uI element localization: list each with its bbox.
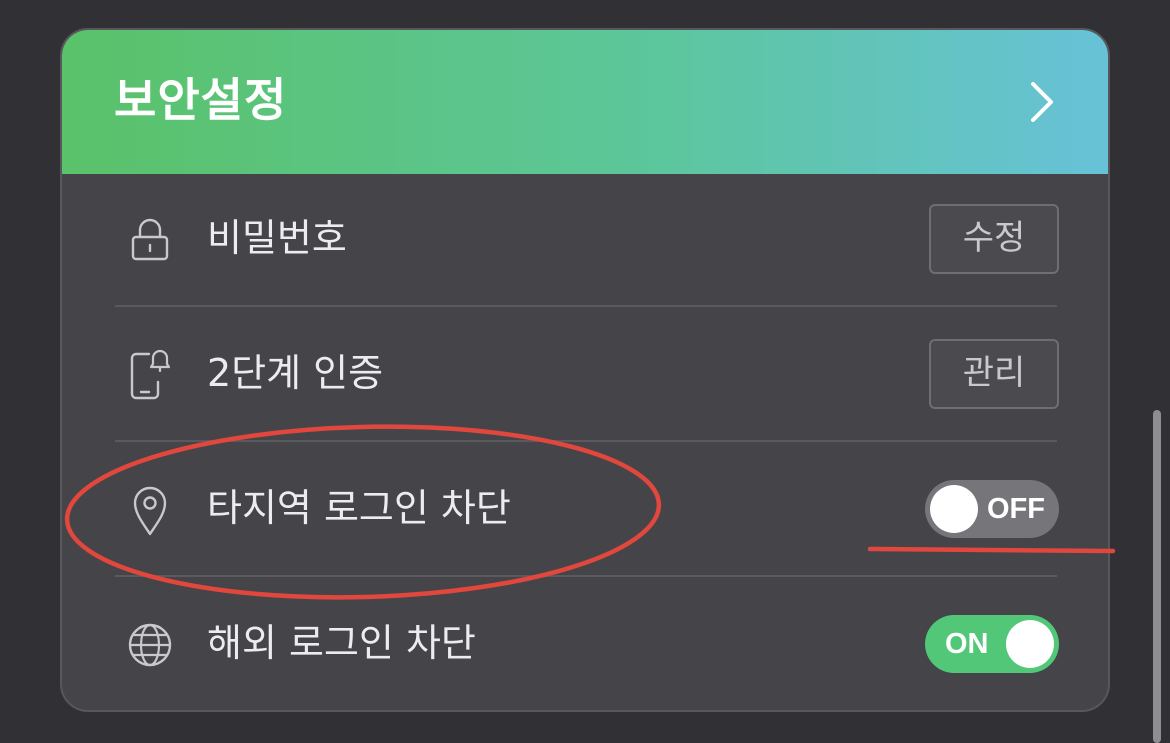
password-label: 비밀번호 [207, 216, 347, 260]
two-factor-row: 2단계 인증 관리 [115, 307, 1059, 441]
overseas-login-block-toggle[interactable]: ON [925, 615, 1059, 673]
lock-icon [131, 218, 169, 261]
card-title: 보안설정 [114, 73, 288, 127]
regional-login-block-label: 타지역 로그인 차단 [207, 486, 511, 530]
overseas-login-block-row: 해외 로그인 차단 ON [115, 577, 1059, 710]
regional-login-block-toggle[interactable]: OFF [925, 480, 1059, 538]
globe-icon [128, 623, 172, 667]
toggle-state-label: OFF [987, 493, 1045, 525]
toggle-knob [930, 485, 978, 533]
toggle-state-label: ON [945, 628, 989, 660]
regional-login-block-row: 타지역 로그인 차단 OFF [115, 442, 1059, 576]
phone-bell-icon [130, 349, 171, 400]
security-settings-card: 보안설정 비밀번호 수정 2단계 인증 관리 타지역 로그인 차단 OFF 해외… [60, 28, 1110, 712]
toggle-knob [1006, 620, 1054, 668]
security-settings-header[interactable]: 보안설정 [62, 30, 1108, 174]
location-pin-icon [133, 486, 167, 536]
chevron-right-icon[interactable] [1022, 78, 1062, 126]
manage-two-factor-button[interactable]: 관리 [929, 339, 1059, 409]
two-factor-label: 2단계 인증 [207, 351, 384, 395]
edit-password-button[interactable]: 수정 [929, 204, 1059, 274]
password-row: 비밀번호 수정 [115, 172, 1059, 306]
overseas-login-block-label: 해외 로그인 차단 [207, 621, 476, 665]
scrollbar[interactable] [1153, 410, 1161, 743]
